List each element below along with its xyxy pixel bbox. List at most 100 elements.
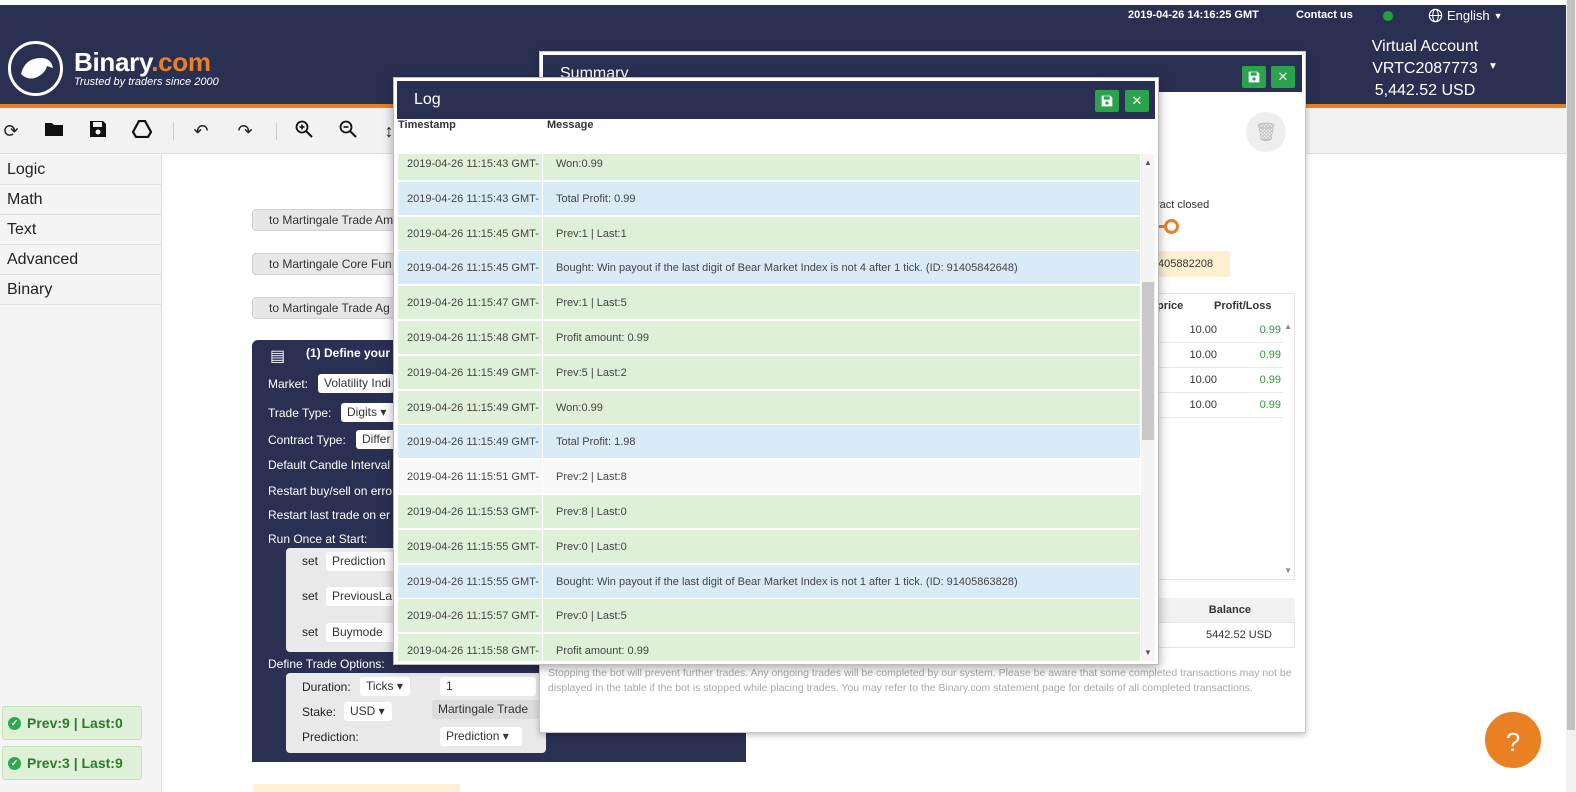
save-icon[interactable] [1095,90,1119,112]
table-row[interactable]: 10.00 0.99 [1153,368,1283,393]
scroll-up-icon[interactable]: ▲ [1284,322,1292,331]
log-timestamp: 2019-04-26 11:15:53 GMT- [398,495,543,529]
balance-header: Balance [1152,598,1295,622]
language-selector[interactable]: English ▼ [1428,8,1503,23]
close-icon[interactable]: ✕ [1271,66,1295,88]
sidebar-item-text[interactable]: Text [0,215,161,245]
duration-unit-value: Ticks [366,679,394,693]
log-message: Profit amount: 0.99 [556,645,649,658]
save-icon[interactable] [87,120,109,142]
log-message: Prev:0 | Last:5 [556,610,627,623]
connection-status-icon [1383,11,1393,21]
log-timestamp: 2019-04-26 11:15:55 GMT- [398,564,543,599]
notification-text: Prev:9 | Last:0 [27,715,123,731]
variable-dropdown[interactable]: PreviousLa [326,587,394,606]
scroll-up-icon[interactable]: ▲ [1141,158,1155,167]
server-clock: 2019-04-26 14:16:25 GMT [1128,9,1259,21]
log-panel: Log ✕ Timestamp Message 2019-04-26 11:15… [393,77,1159,665]
log-timestamp: 2019-04-26 11:15:57 GMT- [398,599,543,634]
trade-type-dropdown[interactable]: Digits ▾ [341,403,395,422]
market-label: Market: [268,377,309,391]
stake-function-block[interactable]: Martingale Trade [432,700,542,719]
variable-dropdown[interactable]: Prediction [326,552,394,571]
log-row: 2019-04-26 11:15:55 GMT- Prev:0 | Last:0 [398,529,1140,564]
duration-unit-dropdown[interactable]: Ticks ▾ [360,677,410,696]
sidebar-item-advanced[interactable]: Advanced [0,245,161,275]
account-caret-icon[interactable]: ▼ [1488,61,1498,72]
zoom-in-icon[interactable] [293,120,315,142]
function-call-block[interactable]: to Martingale Trade Am [252,209,402,231]
set-keyword: set [302,625,319,639]
contract-id-badge: 405882208 [1152,251,1230,277]
prediction-dropdown[interactable]: Prediction ▾ [440,727,522,746]
log-row: 2019-04-26 11:15:47 GMT- Prev:1 | Last:5 [398,286,1140,321]
restart-buy-label: Restart buy/sell on erro [268,484,393,498]
trade-options-statements: Duration: Ticks ▾ 1 Stake: USD ▾ Marting… [286,673,546,753]
log-message: Total Profit: 1.98 [556,436,636,449]
redo-icon[interactable]: ↷ [234,120,256,142]
zoom-out-icon[interactable] [337,120,359,142]
account-balance: 5,442.52 USD [1374,82,1476,99]
stake-currency-dropdown[interactable]: USD ▾ [344,702,392,721]
market-dropdown[interactable]: Volatility Indi [318,374,394,393]
contract-type-dropdown[interactable]: Differ [356,430,396,449]
sidebar-item-binary[interactable]: Binary [0,275,161,305]
sidebar-item-math[interactable]: Math [0,185,161,215]
brand-logo-text[interactable]: Binary.com [74,47,211,78]
log-timestamp: 2019-04-26 11:15:49 GMT- [398,425,543,460]
google-drive-icon[interactable] [131,119,153,142]
log-titlebar[interactable]: Log [397,81,1155,119]
log-row: 2019-04-26 11:15:57 GMT- Prev:0 | Last:5 [398,599,1140,634]
toolbar-divider [173,122,174,140]
document-icon: ▤ [270,348,286,365]
brand-suffix: .com [151,47,211,77]
notification-text: Prev:3 | Last:9 [27,755,123,771]
cell-price: 10.00 [1189,324,1217,336]
scrollbar-thumb[interactable] [1567,0,1575,730]
globe-icon [1428,8,1443,23]
sidebar-item-label: Text [7,221,37,238]
duration-input[interactable]: 1 [440,677,536,696]
log-row: 2019-04-26 11:15:55 GMT- Bought: Win payo… [398,564,1140,599]
log-timestamp: 2019-04-26 11:15:49 GMT- [398,390,543,425]
balance-value: 5442.52 USD [1152,622,1295,648]
log-scrollbar[interactable]: ▲ ▼ [1141,154,1155,661]
sidebar-item-logic[interactable]: Logic [0,155,161,185]
help-button[interactable]: ? [1483,710,1543,770]
run-once-label: Run Once at Start: [268,532,368,546]
table-row[interactable]: 10.00 0.99 [1153,318,1283,343]
clear-trash-icon[interactable]: 🗑 [1246,112,1286,152]
account-switcher[interactable]: Virtual Account VRTC2087773 5,442.52 USD [1360,36,1490,102]
log-row: 2019-04-26 11:15:48 GMT- Profit amount: 0… [398,321,1140,355]
restart-last-label: Restart last trade on er [268,508,391,522]
sidebar-item-label: Math [7,191,43,208]
contract-type-label: Contract Type: [268,433,346,447]
variable-dropdown[interactable]: Buymode [326,623,394,642]
save-icon[interactable] [1242,66,1266,88]
table-row[interactable]: 10.00 0.99 [1153,393,1283,418]
app-window: 2019-04-26 14:16:25 GMT Contact us Engli… [0,0,1576,792]
sidebar-item-label: Advanced [7,251,79,268]
logo-bull-icon[interactable] [8,41,63,96]
close-icon[interactable]: ✕ [1125,90,1149,112]
scroll-down-icon[interactable]: ▼ [1284,566,1292,575]
brand-name: Binary [74,47,152,77]
contact-link[interactable]: Contact us [1296,9,1353,21]
cell-price: 10.00 [1189,349,1217,361]
table-row[interactable]: 10.00 0.99 [1153,343,1283,368]
contract-status-label: ract closed [1156,199,1210,211]
page-scrollbar[interactable] [1566,0,1576,792]
function-call-block[interactable]: to Martingale Core Fun [252,253,402,275]
define-options-label: Define Trade Options: [268,657,385,671]
scrollbar-thumb[interactable] [1142,282,1154,440]
stop-bot-note: Stopping the bot will prevent further tr… [548,667,1292,694]
sidebar-item-label: Logic [7,161,46,178]
reload-icon[interactable]: ⟳ [0,120,22,142]
brand-tagline: Trusted by traders since 2000 [74,76,219,88]
open-folder-icon[interactable] [43,120,65,142]
scroll-down-icon[interactable]: ▼ [1141,648,1155,657]
undo-icon[interactable]: ↶ [190,120,212,142]
function-call-block[interactable]: to Martingale Trade Ag [252,297,402,319]
toolbar-divider [276,122,277,140]
log-timestamp: 2019-04-26 11:15:48 GMT- [398,321,543,355]
